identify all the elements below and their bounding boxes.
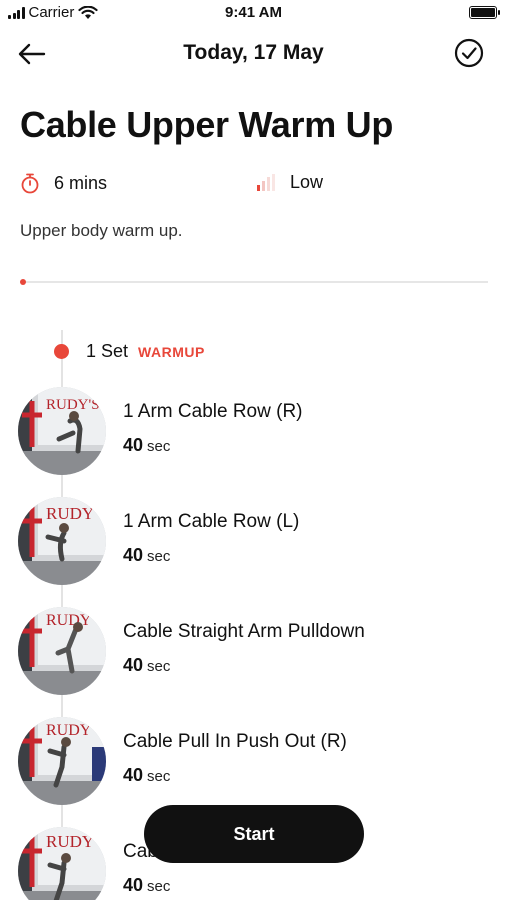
svg-text:RUDY'S: RUDY'S: [46, 397, 100, 413]
nav-bar: Today, 17 May: [0, 32, 507, 76]
exercise-thumbnail: RUDY: [18, 827, 106, 900]
duration-value: 40: [123, 545, 144, 565]
duration-unit: sec: [147, 878, 171, 895]
progress-track: [20, 281, 488, 283]
duration-info: 6 mins: [20, 172, 107, 194]
exercise-item[interactable]: RUDY Cable Pull In Push Out (R) 40 sec: [18, 717, 488, 807]
svg-text:RUDY: RUDY: [46, 722, 92, 739]
workout-progress: [20, 279, 488, 285]
svg-text:RUDY: RUDY: [46, 612, 92, 629]
status-time: 9:41 AM: [225, 4, 282, 21]
svg-text:RUDY: RUDY: [46, 832, 94, 851]
workout-description: Upper body warm up.: [20, 221, 183, 240]
intensity-bars-icon: [257, 173, 275, 191]
duration-label: 6 mins: [54, 172, 108, 193]
duration-unit: sec: [147, 768, 171, 785]
level-label: Low: [290, 172, 324, 192]
exercise-name: 1 Arm Cable Row (R): [123, 401, 303, 422]
set-dot: [54, 344, 69, 359]
page-title: Today, 17 May: [183, 41, 324, 64]
duration-value: 40: [123, 435, 144, 455]
duration-value: 40: [123, 655, 144, 675]
exercise-duration: 40 sec: [123, 435, 170, 456]
status-bar: Carrier 9:41 AM: [0, 0, 507, 28]
duration-value: 40: [123, 875, 144, 895]
stopwatch-icon: [21, 173, 39, 194]
level-info: Low: [256, 172, 323, 193]
duration-unit: sec: [147, 438, 171, 455]
exercise-item[interactable]: RUDY 1 Arm Cable Row (L) 40 sec: [18, 497, 488, 587]
exercise-thumbnail: RUDY: [18, 717, 106, 805]
duration-value: 40: [123, 765, 144, 785]
duration-unit: sec: [147, 548, 171, 565]
start-button[interactable]: Start: [144, 805, 364, 863]
exercise-thumbnail: RUDY'S: [18, 387, 106, 475]
exercise-duration: 40 sec: [123, 875, 170, 896]
exercise-item[interactable]: RUDY Cable Straight Arm Pulldown 40 sec: [18, 607, 488, 697]
svg-text:RUDY: RUDY: [46, 504, 94, 523]
check-circle-icon: [454, 38, 484, 68]
exercise-name: 1 Arm Cable Row (L): [123, 511, 300, 532]
exercise-duration: 40 sec: [123, 655, 170, 676]
set-header: 1 Set WARMUP: [54, 341, 205, 362]
progress-indicator: [20, 279, 26, 285]
exercise-thumbnail: RUDY: [18, 607, 106, 695]
set-count: 1 Set: [86, 341, 129, 361]
workout-title: Cable Upper Warm Up: [20, 104, 394, 145]
exercise-name: Cable Straight Arm Pulldown: [123, 621, 365, 642]
exercise-item[interactable]: RUDY'S 1 Arm Cable Row (R) 40 sec: [18, 387, 488, 477]
exercise-name: Cable Pull In Push Out (R): [123, 731, 347, 752]
battery-icon: [469, 6, 500, 19]
complete-button[interactable]: [453, 37, 485, 69]
set-tag: WARMUP: [138, 343, 205, 360]
exercise-thumbnail: RUDY: [18, 497, 106, 585]
exercise-duration: 40 sec: [123, 765, 170, 786]
exercise-duration: 40 sec: [123, 545, 170, 566]
workout-meta: 6 mins Low: [20, 172, 490, 198]
duration-unit: sec: [147, 658, 171, 675]
